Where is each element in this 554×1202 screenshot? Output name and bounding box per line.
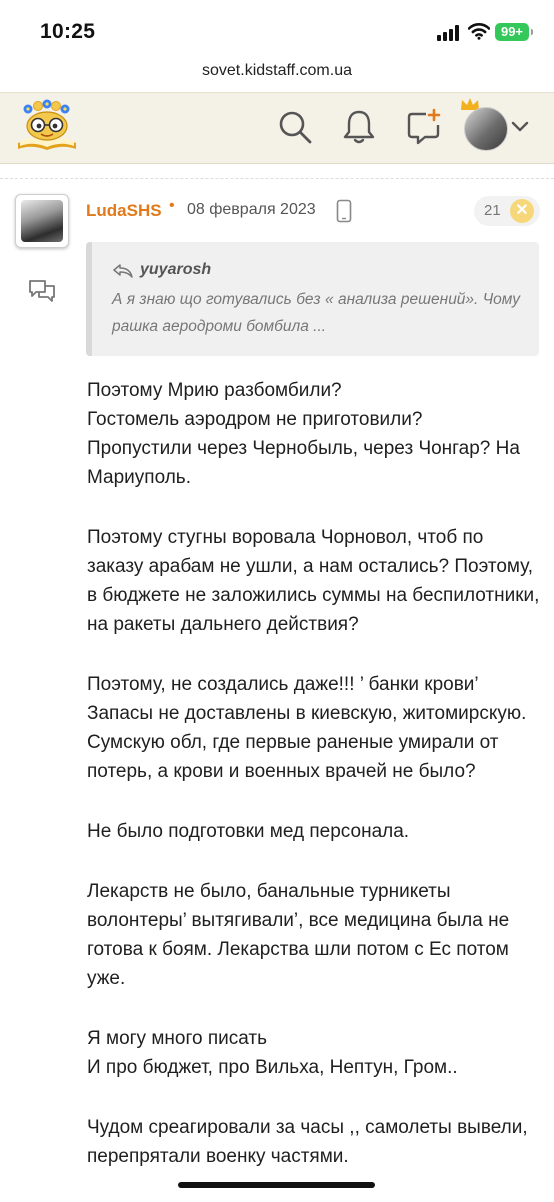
post-date: 08 февраля 2023	[187, 201, 316, 218]
address-bar[interactable]: sovet.kidstaff.com.ua	[0, 62, 554, 80]
paragraph: Не было подготовки мед персонала.	[87, 821, 410, 842]
quote-author[interactable]: yuyarosh	[140, 261, 211, 279]
site-logo-icon[interactable]	[14, 99, 80, 155]
chevron-down-icon[interactable]	[511, 119, 529, 133]
quote-bar	[86, 242, 92, 356]
mobile-device-icon	[336, 199, 352, 223]
battery-indicator: 99+	[495, 23, 533, 41]
home-indicator[interactable]	[178, 1182, 375, 1188]
reply-arrow-icon	[113, 264, 133, 278]
comment-icon[interactable]	[27, 278, 57, 304]
quote-text: А я знаю що готувались без « анализа реш…	[112, 291, 520, 335]
online-indicator: •	[169, 197, 175, 214]
paragraph: Я могу много писать И про бюджет, про Ви…	[87, 1028, 458, 1078]
rating-count: 21	[484, 202, 501, 219]
close-icon[interactable]: ✕	[510, 199, 534, 223]
bell-icon[interactable]	[339, 107, 379, 147]
quoted-message[interactable]: yuyarosh А я знаю що готувались без « ан…	[86, 242, 539, 356]
paragraph: Поэтому, не создались даже!!! ’ банки кр…	[87, 674, 527, 782]
paragraph: Чудом среагировали за часы ,, самолеты в…	[87, 1117, 528, 1167]
site-header	[0, 92, 554, 164]
post-author[interactable]: LudaSHS	[86, 201, 162, 221]
post-rating[interactable]: 21 ✕	[474, 196, 540, 226]
new-post-icon[interactable]	[404, 107, 444, 147]
paragraph: Поэтому Мрию разбомбили? Гостомель аэрод…	[87, 380, 520, 488]
user-avatar[interactable]	[464, 107, 508, 151]
author-avatar[interactable]	[15, 194, 69, 248]
post-body: Поэтому Мрию разбомбили? Гостомель аэрод…	[87, 376, 542, 1202]
paragraph: Лекарств не было, банальные турникеты во…	[87, 881, 510, 989]
cellular-signal-icon	[437, 25, 461, 41]
wifi-icon	[468, 23, 490, 40]
status-bar: 10:25 99+	[0, 0, 554, 62]
divider	[0, 178, 554, 180]
clock: 10:25	[40, 20, 96, 43]
paragraph: Поэтому стугны воровала Чорновол, чтоб п…	[87, 527, 540, 635]
search-icon[interactable]	[275, 107, 315, 147]
